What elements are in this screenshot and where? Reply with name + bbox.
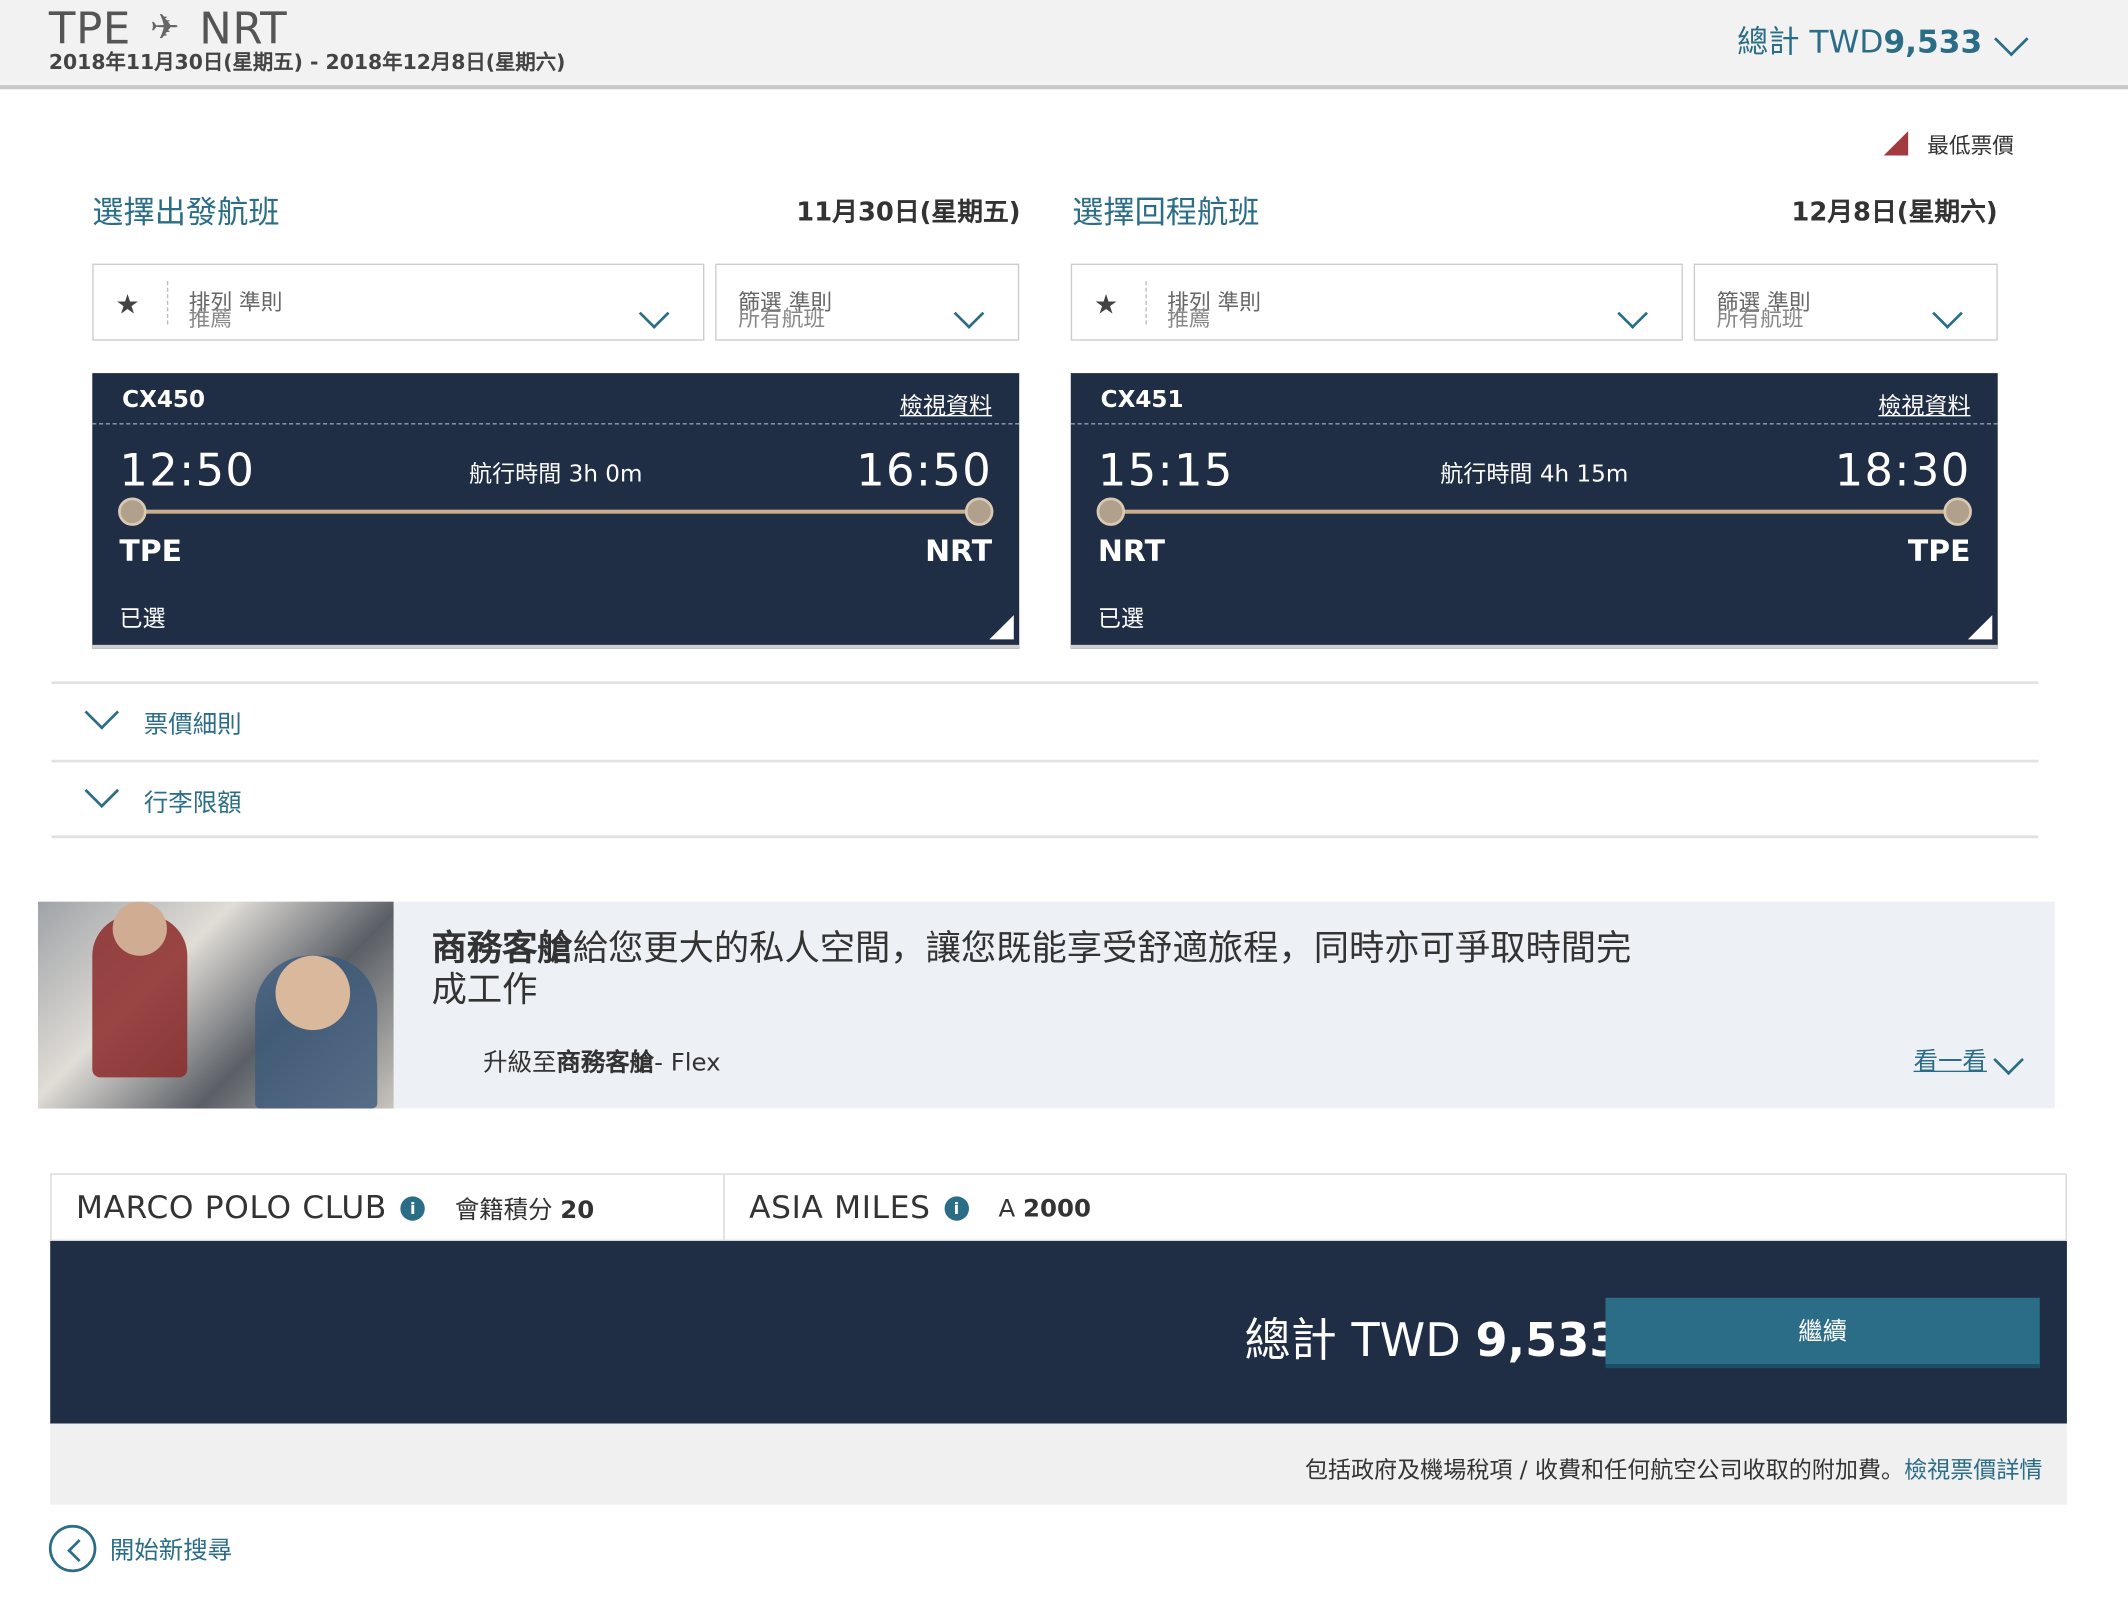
chevron-down-icon (1932, 298, 1963, 329)
selected-status: 已選 (119, 605, 166, 633)
chevron-down-icon (84, 773, 120, 809)
lowest-fare-label: 最低票價 (1927, 132, 2015, 159)
total-price: 總計 TWD 9,533 (1245, 1303, 1622, 1369)
mpc-points-label: 會籍積分 (454, 1196, 553, 1225)
tax-note: 包括政府及機場稅項 / 收費和任何航空公司收取的附加費。檢視票價詳情 (1304, 1451, 2043, 1485)
lowest-fare-triangle-icon (1883, 131, 1909, 156)
asia-miles-points: 2000 (1023, 1194, 1092, 1223)
promo-headline-bold: 商務客艙 (431, 928, 573, 970)
view-details-link[interactable]: 檢視資料 (900, 387, 992, 420)
divider (51, 835, 2039, 839)
divider (92, 423, 1020, 425)
upgrade-cabin: 商務客艙 (556, 1049, 655, 1078)
chevron-down-icon (1617, 298, 1648, 329)
origin-dot-icon (1096, 497, 1126, 526)
total-bar: 總計 TWD 9,533 繼續 (50, 1241, 2067, 1424)
info-icon[interactable]: i (400, 1196, 425, 1221)
back-arrow-icon (48, 1524, 97, 1573)
inbound-flight-card[interactable]: CX451 檢視資料 15:15 航行時間 4h 15m 18:30 NRT T… (1070, 373, 1998, 649)
new-search-label: 開始新搜尋 (109, 1536, 233, 1565)
star-icon: ★ (115, 287, 140, 321)
divider (723, 1174, 725, 1243)
upgrade-prefix: 升級至 (483, 1049, 557, 1078)
look-link-label: 看一看 (1913, 1047, 1987, 1077)
inbound-filter-select[interactable]: 篩選 準則 所有航班 (1693, 263, 1998, 341)
filter-value: 所有航班 (738, 305, 826, 332)
look-link[interactable]: 看一看 (1913, 1042, 2024, 1077)
mpc-points: 20 (560, 1196, 595, 1225)
sort-value: 推薦 (1167, 305, 1211, 332)
destination-airport: NRT (925, 535, 993, 570)
flight-number: CX450 (122, 386, 206, 414)
star-icon: ★ (1093, 287, 1119, 321)
booking-page: TPE ✈ NRT 2018年11月30日(星期五) - 2018年12月8日(… (0, 0, 2128, 1606)
outbound-title: 選擇出發航班 (92, 196, 280, 232)
fare-details-link[interactable]: 檢視票價詳情 (1904, 1457, 2042, 1484)
divider (1070, 423, 1998, 425)
chevron-down-icon (1993, 1044, 2024, 1076)
arrival-time: 18:30 (1834, 443, 1971, 497)
selected-status: 已選 (1097, 605, 1145, 633)
total-label: 總計 TWD (1244, 1314, 1461, 1369)
destination-dot-icon (1943, 497, 1972, 526)
info-icon[interactable]: i (944, 1196, 969, 1221)
asia-miles-name: ASIA MILES (749, 1190, 931, 1227)
tax-note-bar: 包括政府及機場稅項 / 收費和任何航空公司收取的附加費。檢視票價詳情 (50, 1423, 2067, 1505)
chevron-down-icon (638, 298, 670, 329)
flight-number: CX451 (1100, 386, 1184, 414)
tax-note-text: 包括政府及機場稅項 / 收費和任何航空公司收取的附加費。 (1304, 1457, 1905, 1485)
promo-headline: 商務客艙給您更大的私人空間，讓您既能享受舒適旅程，同時亦可爭取時間完成工作 (432, 929, 1653, 1013)
chevron-down-icon (84, 695, 120, 730)
outbound-flight-card[interactable]: CX450 檢視資料 12:50 航行時間 3h 0m 16:50 TPE NR… (92, 373, 1020, 649)
outbound-date: 11月30日(星期五) (796, 197, 1021, 228)
trip-dates: 2018年11月30日(星期五) - 2018年12月8日(星期六) (48, 50, 566, 75)
upgrade-text: 升級至商務客艙- Flex (483, 1044, 720, 1079)
chevron-down-icon (1993, 21, 2028, 57)
fare-rules-accordion[interactable]: 票價細則 (51, 681, 2039, 759)
filter-value: 所有航班 (1716, 305, 1804, 332)
new-search-link[interactable]: 開始新搜尋 (48, 1524, 233, 1573)
chevron-down-icon (953, 298, 985, 329)
sort-value: 推薦 (188, 305, 233, 332)
header-total-toggle[interactable]: 總計 TWD9,533 (1737, 16, 2028, 62)
destination-airport: TPE (1907, 535, 1971, 570)
baggage-label: 行李限額 (143, 789, 242, 818)
origin-airport: TPE (119, 535, 183, 570)
lowest-fare-legend: 最低票價 (1883, 127, 2015, 159)
mpc-name: MARCO POLO CLUB (76, 1190, 387, 1227)
destination-dot-icon (964, 497, 994, 526)
asia-miles: ASIA MILES i A 2000 (749, 1175, 1091, 1243)
route-line (133, 509, 979, 514)
origin-airport: NRT (1097, 535, 1165, 570)
baggage-accordion[interactable]: 行李限額 (51, 759, 2039, 838)
corner-triangle-icon (1967, 615, 1993, 640)
header-total-label: 總計 TWD (1737, 25, 1884, 61)
divider (1145, 281, 1147, 325)
total-amount: 9,533 (1475, 1314, 1622, 1369)
inbound-sort-select[interactable]: ★ 排列 準則 推薦 (1070, 263, 1683, 341)
business-class-photo (38, 901, 394, 1109)
promo-headline-rest: 給您更大的私人空間，讓您既能享受舒適旅程，同時亦可爭取時間完成工作 (431, 928, 1632, 1012)
fare-rules-label: 票價細則 (143, 711, 242, 740)
inbound-date: 12月8日(星期六) (1791, 197, 1998, 228)
arrival-time: 16:50 (856, 443, 993, 497)
header-total-amount: 9,533 (1883, 25, 1983, 61)
divider (166, 281, 169, 325)
continue-button[interactable]: 繼續 (1605, 1297, 2040, 1369)
corner-triangle-icon (989, 615, 1014, 640)
inbound-title: 選擇回程航班 (1072, 196, 1260, 232)
marco-polo-club: MARCO POLO CLUB i 會籍積分 20 (76, 1175, 594, 1243)
upgrade-promo-banner: 商務客艙給您更大的私人空間，讓您既能享受舒適旅程，同時亦可爭取時間完成工作 升級… (38, 901, 2055, 1109)
outbound-filter-select[interactable]: 篩選 準則 所有航班 (715, 263, 1020, 341)
airplane-icon: ✈ (150, 8, 181, 49)
asia-miles-icon: A (998, 1194, 1016, 1223)
route-line (1111, 509, 1958, 514)
upgrade-suffix: - Flex (654, 1049, 721, 1078)
outbound-sort-select[interactable]: ★ 排列 準則 推薦 (92, 263, 705, 341)
view-details-link[interactable]: 檢視資料 (1878, 387, 1970, 420)
loyalty-bar: MARCO POLO CLUB i 會籍積分 20 ASIA MILES i A… (50, 1173, 2067, 1243)
origin-dot-icon (118, 497, 147, 526)
